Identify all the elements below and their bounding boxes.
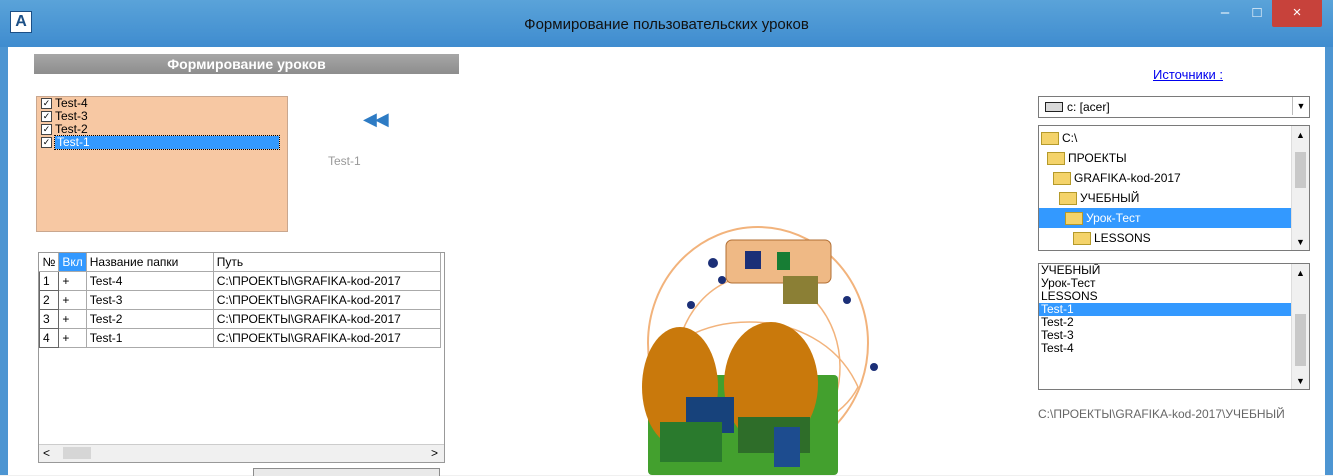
drive-select[interactable]: c: [acer] ▼	[1038, 96, 1310, 118]
folder-open-icon	[1059, 192, 1077, 206]
checkbox[interactable]: ✓	[41, 124, 52, 136]
drive-value: c: [acer]	[1067, 100, 1110, 114]
path-cell[interactable]: C:\ПРОЕКТЫ\GRAFIKA-kod-2017	[213, 271, 441, 291]
scroll-thumb[interactable]	[1295, 314, 1306, 366]
row-number: 2	[39, 290, 60, 310]
horizontal-scrollbar[interactable]: < >	[39, 444, 444, 462]
folder-name-cell[interactable]: Test-3	[86, 290, 214, 310]
folders-table[interactable]: № Вкл Название папки Путь 1 + Test-4 C:\…	[38, 252, 445, 463]
folder-name-cell[interactable]: Test-4	[86, 271, 214, 291]
path-cell[interactable]: C:\ПРОЕКТЫ\GRAFIKA-kod-2017	[213, 328, 441, 348]
enabled-cell[interactable]: +	[58, 271, 87, 291]
window-frame-left	[0, 47, 8, 475]
table-header-row: № Вкл Название папки Путь	[39, 253, 441, 272]
close-button[interactable]: ×	[1272, 0, 1322, 27]
column-path-header: Путь	[213, 253, 441, 272]
folder-open-icon	[1053, 172, 1071, 186]
path-cell[interactable]: C:\ПРОЕКТЫ\GRAFIKA-kod-2017	[213, 290, 441, 310]
tree-item[interactable]: ПРОЕКТЫ	[1047, 148, 1127, 168]
tree-item[interactable]: УЧЕБНЫЙ	[1059, 188, 1139, 208]
window-frame-right	[1325, 47, 1333, 475]
selected-test-label: Test-1	[328, 154, 361, 168]
decorative-xray-graphic	[642, 226, 878, 475]
chevron-up-icon[interactable]: ▲	[1296, 268, 1305, 278]
list-item[interactable]: Test-4	[1039, 342, 1309, 355]
enabled-cell[interactable]: +	[58, 309, 87, 329]
folder-tree[interactable]: C:\ ПРОЕКТЫ GRAFIKA-kod-2017 УЧЕБНЫЙ Уро…	[1038, 125, 1310, 251]
chevron-down-icon[interactable]: ▼	[1296, 376, 1305, 386]
current-path: C:\ПРОЕКТЫ\GRAFIKA-kod-2017\УЧЕБНЫЙ	[1038, 407, 1285, 421]
column-enabled-header[interactable]: Вкл	[58, 253, 87, 272]
checkbox[interactable]: ✓	[41, 111, 52, 123]
scroll-thumb[interactable]	[1295, 152, 1306, 188]
scroll-thumb[interactable]	[63, 447, 91, 459]
sources-link[interactable]: Источники :	[1153, 67, 1223, 82]
enabled-cell[interactable]: +	[58, 328, 87, 348]
title-bar[interactable]: A Формирование пользовательских уроков –…	[0, 0, 1333, 47]
list-scrollbar[interactable]: ▲ ▼	[1291, 264, 1309, 389]
tree-item-selected[interactable]: Урок-Тест	[1039, 208, 1292, 228]
folder-open-icon	[1041, 132, 1059, 146]
folder-icon	[1073, 232, 1091, 246]
window-title: Формирование пользовательских уроков	[524, 16, 809, 33]
table-row[interactable]: 2 + Test-3 C:\ПРОЕКТЫ\GRAFIKA-kod-2017	[39, 290, 441, 310]
folder-name-cell[interactable]: Test-1	[86, 328, 214, 348]
lessons-header: Формирование уроков	[34, 54, 459, 74]
move-left-icon[interactable]: ◀◀	[363, 109, 389, 130]
chevron-up-icon[interactable]: ▲	[1296, 130, 1305, 140]
table-row[interactable]: 1 + Test-4 C:\ПРОЕКТЫ\GRAFIKA-kod-2017	[39, 271, 441, 291]
scroll-right-icon[interactable]: >	[431, 446, 438, 460]
column-number-header: №	[39, 253, 60, 272]
minimize-button[interactable]: –	[1210, 0, 1240, 27]
tree-label: GRAFIKA-kod-2017	[1074, 171, 1181, 185]
tree-label: УЧЕБНЫЙ	[1080, 191, 1140, 205]
list-item-selected[interactable]: Test-1	[1039, 303, 1309, 316]
row-number: 4	[39, 328, 60, 348]
folder-open-icon	[1065, 212, 1083, 226]
checklist-label: Test-1	[54, 135, 280, 150]
tree-item[interactable]: C:\	[1041, 128, 1077, 148]
tree-label: ПРОЕКТЫ	[1068, 151, 1127, 165]
chevron-down-icon[interactable]: ▼	[1292, 97, 1309, 115]
tree-label: Урок-Тест	[1086, 211, 1141, 225]
table-row[interactable]: 4 + Test-1 C:\ПРОЕКТЫ\GRAFIKA-kod-2017	[39, 328, 441, 348]
path-cell[interactable]: C:\ПРОЕКТЫ\GRAFIKA-kod-2017	[213, 309, 441, 329]
folder-open-icon	[1047, 152, 1065, 166]
table-row[interactable]: 3 + Test-2 C:\ПРОЕКТЫ\GRAFIKA-kod-2017	[39, 309, 441, 329]
tree-label: LESSONS	[1094, 231, 1151, 245]
enabled-cell[interactable]: +	[58, 290, 87, 310]
checkbox[interactable]: ✓	[41, 98, 52, 110]
column-folder-name-header: Название папки	[86, 253, 214, 272]
file-list[interactable]: УЧЕБНЫЙ Урок-Тест LESSONS Test-1 Test-2 …	[1038, 263, 1310, 390]
chevron-down-icon[interactable]: ▼	[1296, 237, 1305, 247]
drive-icon	[1045, 102, 1063, 112]
folder-name-cell[interactable]: Test-2	[86, 309, 214, 329]
list-item[interactable]: Test-3	[1039, 329, 1309, 342]
row-number: 1	[39, 271, 60, 291]
checklist-label: Test-3	[55, 109, 88, 123]
tree-label: C:\	[1062, 131, 1078, 145]
checklist-label: Test-2	[55, 122, 88, 136]
tree-item[interactable]: LESSONS	[1073, 228, 1151, 248]
client-area: Формирование уроков ✓ Test-4 ✓ Test-3 ✓ Tes…	[8, 47, 1325, 476]
list-item[interactable]: Test-2	[1039, 316, 1309, 329]
list-item[interactable]: LESSONS	[1039, 290, 1309, 303]
scroll-left-icon[interactable]: <	[43, 446, 50, 460]
tree-scrollbar[interactable]: ▲ ▼	[1291, 126, 1309, 250]
maximize-button[interactable]: □	[1240, 0, 1274, 27]
checklist-item-selected[interactable]: ✓ Test-1	[37, 135, 287, 150]
checklist-label: Test-4	[55, 96, 88, 110]
lesson-checklist[interactable]: ✓ Test-4 ✓ Test-3 ✓ Test-2 ✓ Test-1	[36, 96, 288, 232]
tree-item[interactable]: GRAFIKA-kod-2017	[1053, 168, 1181, 188]
checkbox[interactable]: ✓	[41, 137, 52, 149]
row-number: 3	[39, 309, 60, 329]
